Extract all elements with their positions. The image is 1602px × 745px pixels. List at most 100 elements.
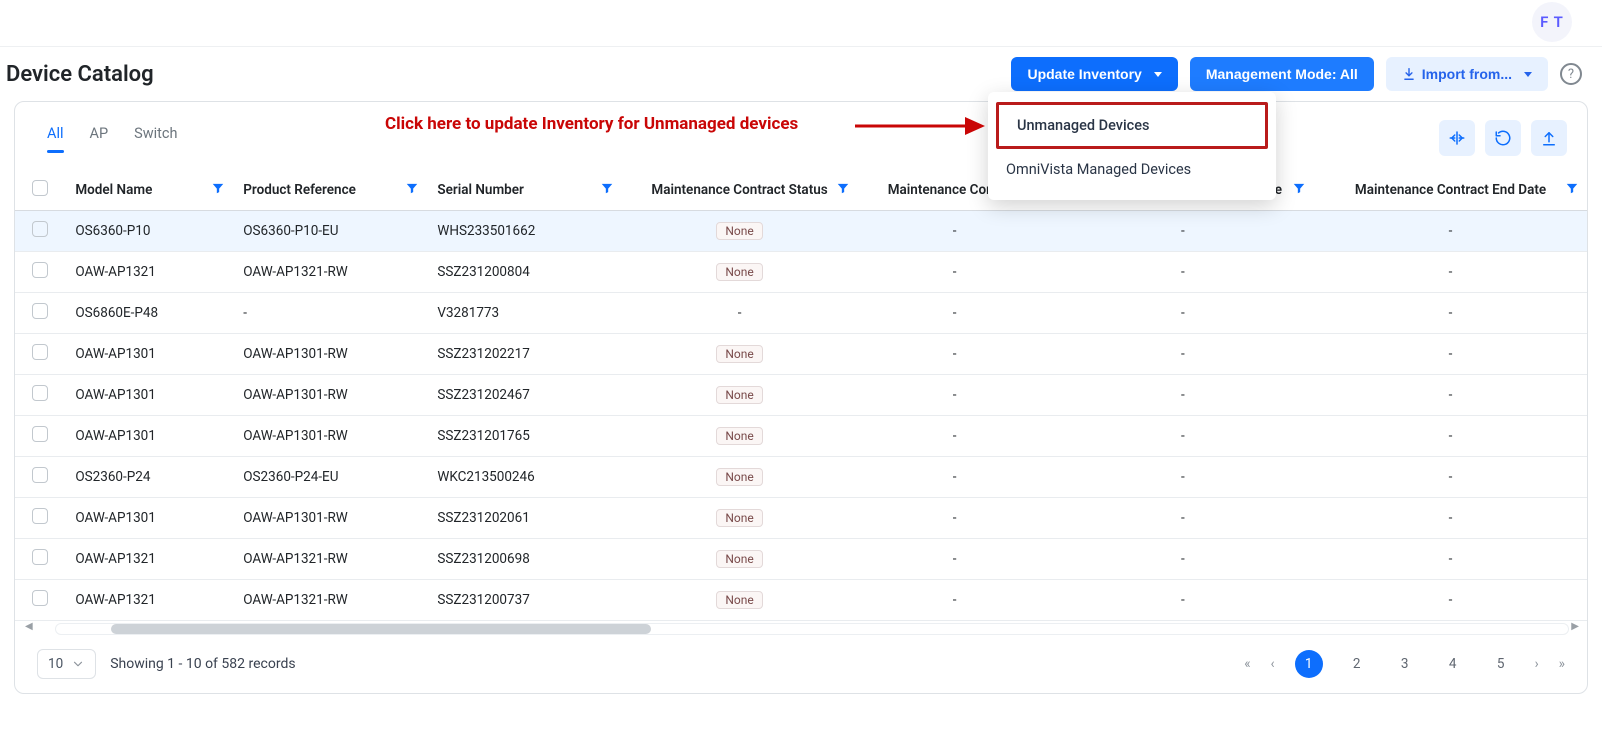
pager-page-1[interactable]: 1 (1295, 650, 1323, 678)
cell-ref: OS6360-P10-EU (233, 211, 427, 252)
cell-ref: OAW-AP1321-RW (233, 539, 427, 580)
tab-switch[interactable]: Switch (134, 125, 177, 152)
cell-contract: - (858, 211, 1052, 252)
table-row[interactable]: OAW-AP1301OAW-AP1301-RWSSZ231202061None-… (15, 498, 1587, 539)
filter-icon[interactable] (405, 181, 419, 199)
row-checkbox[interactable] (32, 303, 48, 319)
cell-status: None (622, 211, 858, 252)
cell-serial: WKC213500246 (427, 457, 621, 498)
pager-page-5[interactable]: 5 (1487, 650, 1515, 678)
col-end-header[interactable]: Maintenance Contract End Date (1355, 182, 1546, 198)
row-checkbox[interactable] (32, 467, 48, 483)
cell-end: - (1314, 416, 1587, 457)
cell-status: - (622, 293, 858, 334)
row-checkbox[interactable] (32, 385, 48, 401)
page-header: Device Catalog Update Inventory Manageme… (0, 47, 1602, 101)
cell-model: OAW-AP1301 (65, 416, 233, 457)
cell-end: - (1314, 498, 1587, 539)
cell-serial: V3281773 (427, 293, 621, 334)
row-checkbox[interactable] (32, 426, 48, 442)
table-row[interactable]: OS2360-P24OS2360-P24-EUWKC213500246None-… (15, 457, 1587, 498)
tab-ap[interactable]: AP (90, 125, 109, 152)
cell-status: None (622, 252, 858, 293)
cell-end: - (1314, 211, 1587, 252)
row-checkbox[interactable] (32, 590, 48, 606)
dropdown-item-unmanaged[interactable]: Unmanaged Devices (996, 102, 1268, 149)
refresh-button[interactable] (1485, 120, 1521, 156)
status-badge: None (716, 509, 762, 527)
col-status-header[interactable]: Maintenance Contract Status (651, 182, 827, 198)
import-from-button[interactable]: Import from... (1386, 57, 1548, 91)
status-badge: None (716, 222, 762, 240)
cell-ref: OAW-AP1301-RW (233, 375, 427, 416)
table-row[interactable]: OAW-AP1321OAW-AP1321-RWSSZ231200698None-… (15, 539, 1587, 580)
cell-serial: SSZ231201765 (427, 416, 621, 457)
dropdown-item-managed[interactable]: OmniVista Managed Devices (988, 149, 1276, 190)
table-row[interactable]: OAW-AP1321OAW-AP1321-RWSSZ231200737None-… (15, 580, 1587, 621)
pager-first[interactable]: « (1244, 656, 1250, 672)
cell-contract: - (858, 457, 1052, 498)
pager-page-2[interactable]: 2 (1343, 650, 1371, 678)
button-label: Update Inventory (1027, 66, 1141, 82)
table-row[interactable]: OAW-AP1301OAW-AP1301-RWSSZ231201765None-… (15, 416, 1587, 457)
management-mode-button[interactable]: Management Mode: All (1190, 57, 1374, 91)
cell-contract: - (858, 539, 1052, 580)
select-all-checkbox[interactable] (32, 180, 48, 196)
cell-contract: - (858, 498, 1052, 539)
table-row[interactable]: OS6360-P10OS6360-P10-EUWHS233501662 None -… (15, 211, 1587, 252)
table-row[interactable]: OAW-AP1301OAW-AP1301-RWSSZ231202467None-… (15, 375, 1587, 416)
filter-icon[interactable] (1565, 181, 1579, 199)
pager-prev[interactable]: ‹ (1271, 656, 1275, 672)
cell-status: None (622, 416, 858, 457)
table-header-row: Model Name Product Reference Serial Numb… (15, 170, 1587, 211)
row-checkbox[interactable] (32, 549, 48, 565)
pager-next[interactable]: › (1535, 656, 1539, 672)
cell-start: - (1052, 416, 1314, 457)
cell-status: None (622, 498, 858, 539)
row-checkbox[interactable] (32, 221, 48, 237)
row-checkbox[interactable] (32, 508, 48, 524)
col-serial-header[interactable]: Serial Number (437, 182, 524, 198)
pager-last[interactable]: » (1559, 656, 1565, 672)
page-size-select[interactable]: 10 (37, 649, 96, 679)
cell-end: - (1314, 293, 1587, 334)
filter-icon[interactable] (1292, 181, 1306, 199)
pager: « ‹ 1 2 3 4 5 › » (1244, 650, 1565, 678)
filter-icon[interactable] (836, 181, 850, 199)
horizontal-scrollbar[interactable]: ◀▶ (55, 623, 1569, 635)
refresh-icon (1494, 129, 1512, 147)
row-checkbox[interactable] (32, 262, 48, 278)
col-model-header[interactable]: Model Name (75, 182, 152, 198)
fit-columns-button[interactable] (1439, 120, 1475, 156)
status-badge: None (716, 550, 762, 568)
cell-model: OAW-AP1321 (65, 539, 233, 580)
avatar[interactable]: F T (1532, 2, 1572, 42)
table-row[interactable]: OAW-AP1301OAW-AP1301-RWSSZ231202217None-… (15, 334, 1587, 375)
help-icon[interactable]: ? (1560, 63, 1582, 85)
filter-icon[interactable] (600, 181, 614, 199)
cell-start: - (1052, 498, 1314, 539)
cell-model: OS2360-P24 (65, 457, 233, 498)
export-button[interactable] (1531, 120, 1567, 156)
cell-ref: OAW-AP1301-RW (233, 498, 427, 539)
filter-icon[interactable] (211, 181, 225, 199)
cell-serial: WHS233501662 (427, 211, 621, 252)
pager-page-4[interactable]: 4 (1439, 650, 1467, 678)
cell-status: None (622, 375, 858, 416)
cell-start: - (1052, 334, 1314, 375)
update-inventory-button[interactable]: Update Inventory (1011, 57, 1177, 91)
tab-all[interactable]: All (47, 125, 64, 152)
col-ref-header[interactable]: Product Reference (243, 182, 356, 198)
row-checkbox[interactable] (32, 344, 48, 360)
cell-start: - (1052, 539, 1314, 580)
cell-end: - (1314, 457, 1587, 498)
pager-page-3[interactable]: 3 (1391, 650, 1419, 678)
cell-ref: OAW-AP1321-RW (233, 252, 427, 293)
table-row[interactable]: OAW-AP1321OAW-AP1321-RWSSZ231200804None-… (15, 252, 1587, 293)
cell-ref: OAW-AP1301-RW (233, 334, 427, 375)
cell-serial: SSZ231202217 (427, 334, 621, 375)
cell-model: OS6360-P10 (65, 211, 233, 252)
table-row[interactable]: OS6860E-P48-V3281773---- (15, 293, 1587, 334)
cell-ref: - (233, 293, 427, 334)
cell-model: OS6860E-P48 (65, 293, 233, 334)
